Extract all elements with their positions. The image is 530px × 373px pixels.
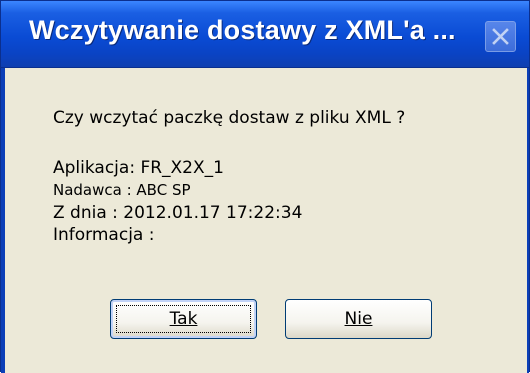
title-bar[interactable]: Wczytywanie dostawy z XML'a ... bbox=[1, 1, 529, 68]
date-line: Z dnia : 2012.01.17 17:22:34 bbox=[53, 203, 303, 223]
window-title: Wczytywanie dostawy z XML'a ... bbox=[29, 15, 456, 45]
no-button[interactable]: Nie bbox=[285, 299, 432, 339]
application-line: Aplikacja: FR_X2X_1 bbox=[53, 158, 224, 178]
information-line: Informacja : bbox=[53, 225, 155, 245]
dialog-body: Czy wczytać paczkę dostaw z pliku XML ? … bbox=[5, 68, 527, 373]
no-button-label: Nie bbox=[344, 309, 373, 329]
question-text: Czy wczytać paczkę dostaw z pliku XML ? bbox=[53, 108, 406, 128]
close-button[interactable] bbox=[485, 21, 516, 52]
sender-line: Nadawca : ABC SP bbox=[53, 181, 191, 199]
focus-rectangle bbox=[116, 305, 251, 333]
yes-button[interactable]: Tak bbox=[110, 299, 257, 339]
dialog-window: Wczytywanie dostawy z XML'a ... Czy wczy… bbox=[0, 0, 530, 373]
